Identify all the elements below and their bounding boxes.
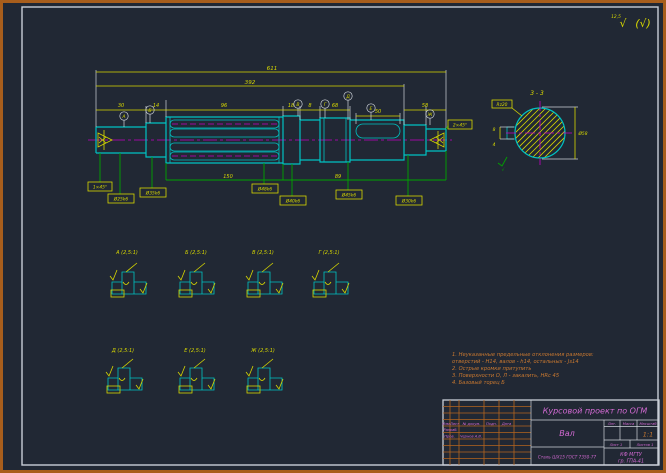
sheet-background [0, 0, 666, 473]
marker-letter: Д [345, 94, 350, 100]
dim-label: 8 [493, 127, 496, 133]
detail-label: Г (2,5:1) [318, 250, 339, 256]
callout-label: Rz20 [497, 102, 508, 108]
column-header: № докум. [462, 422, 481, 426]
marker-letter: Ж [427, 112, 434, 118]
material-spec: Сталь ШХ15 ГОСТ 7350-77 [538, 455, 597, 460]
row-label-developed: Разраб. [443, 428, 457, 432]
note-line: 1. Неуказанные предельные отклонения раз… [452, 352, 594, 358]
marker-letter: В [296, 102, 299, 108]
roughness-check-icon: √ [619, 17, 627, 30]
dim-label-second: 392 [245, 80, 256, 86]
checker-name: Чернов А.В. [460, 435, 482, 439]
sheets-total: Листов 1 [636, 443, 654, 447]
dim-label: 58 [422, 103, 428, 109]
note-line: отверстий - Н14, валов - h14, остальных … [452, 359, 579, 365]
lit-header: Лит. [607, 422, 616, 426]
dim-label-overall: 611 [267, 66, 278, 72]
callout-label: 2×45° [453, 123, 467, 129]
detail-label: В (2,5:1) [252, 250, 274, 256]
project-title: Курсовой проект по ОГМ [543, 407, 648, 416]
detail-label: Е (2,5:1) [184, 348, 206, 354]
section-label: 3 - 3 [530, 90, 544, 97]
dim-label: 50 [375, 109, 381, 115]
detail-label: Ж (2,5:1) [250, 348, 275, 354]
callout-label: Ø40k6 [285, 198, 301, 205]
mass-header: Масса [623, 422, 634, 426]
roughness-paren-check-icon: (√) [635, 17, 651, 30]
column-header: Подп. [486, 422, 497, 426]
callout-label: Ø35k6 [145, 190, 161, 197]
cad-canvas: 12,5 √ (√) [0, 0, 666, 473]
dim-label: 8 [308, 103, 311, 109]
part-name: Вал [559, 429, 575, 438]
detail-label: Б (2,5:1) [185, 250, 207, 256]
dim-label-green: 150 [223, 174, 233, 180]
row-label-checked: Пров. [444, 435, 454, 439]
cad-drawing-sheet: 12,5 √ (√) [0, 0, 666, 473]
organization-line1: КФ МГТУ [620, 452, 643, 458]
dim-label: 4 [493, 142, 496, 148]
dim-label: 30 [118, 103, 124, 109]
scale-header: Масштаб [639, 422, 657, 426]
callout-label: Ø48k6 [257, 186, 273, 193]
detail-label: А (2,5:1) [115, 250, 138, 256]
roughness-check-icon: √ [502, 167, 505, 173]
callout-label: Ø25k6 [113, 196, 129, 203]
callout-label: 1×45° [93, 185, 107, 191]
sheet-number: Лист 1 [609, 443, 623, 447]
dim-label: 68 [332, 103, 338, 109]
column-header: Лист [449, 422, 460, 426]
dim-label-diameter: Ø58 [577, 130, 587, 137]
marker-letter: Г [324, 102, 327, 108]
marker-letter: А [121, 114, 125, 120]
note-line: 3. Поверхности О, Л - закалить, HRc 45 [452, 373, 560, 379]
detail-label: Д (2,5:1) [111, 348, 134, 354]
callout-label: Ø30k6 [401, 198, 417, 205]
dim-label: 96 [221, 103, 227, 109]
dim-label: 18 [288, 103, 294, 109]
marker-letter: Б [148, 108, 151, 114]
note-line: 4. Базовый торец Б [452, 380, 505, 386]
marker-letter: Е [370, 106, 373, 112]
scale-value: 1:1 [643, 431, 653, 439]
note-line: 2. Острые кромки притупить [452, 366, 531, 372]
dim-label-green: 89 [335, 174, 341, 180]
organization-line2: гр. ГПА-41 [618, 459, 644, 465]
column-header: Дата [501, 422, 511, 426]
callout-label: Ø45k6 [341, 192, 357, 199]
sheet-frame [0, 0, 666, 473]
